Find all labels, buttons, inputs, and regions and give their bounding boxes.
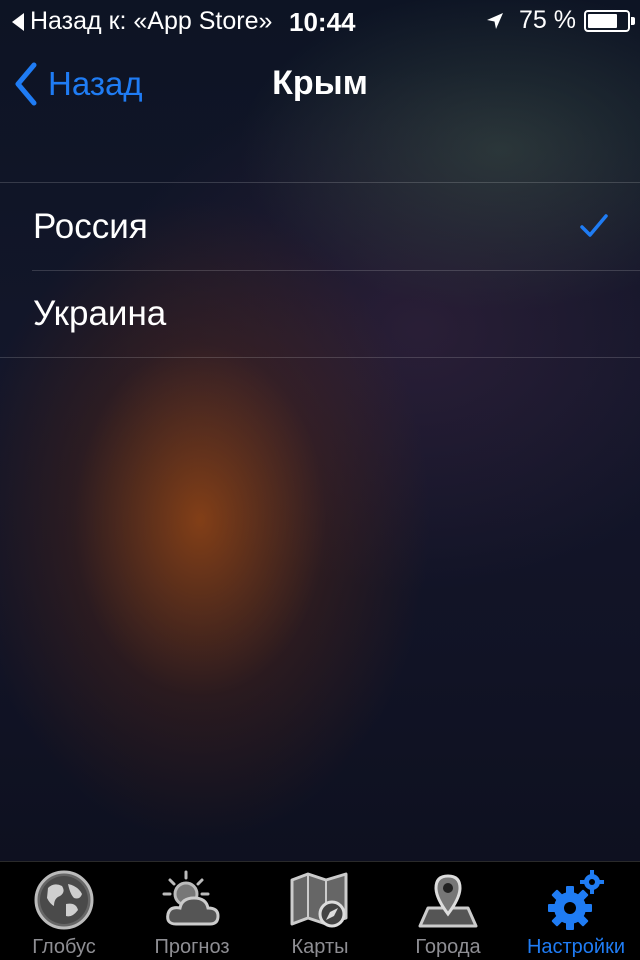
tab-bar: Глобус Прогноз Карты Города Настройки [0, 861, 640, 960]
tab-settings[interactable]: Настройки [512, 862, 640, 960]
option-label: Украина [33, 294, 167, 333]
tab-cities[interactable]: Города [384, 862, 512, 960]
return-to-app-store[interactable]: Назад к: «App Store» [12, 7, 272, 36]
back-triangle-icon [12, 12, 24, 31]
option-russia[interactable]: Россия [0, 183, 640, 270]
battery-percent: 75 % [519, 6, 576, 34]
location-arrow-icon [487, 12, 504, 29]
return-to-app-label: Назад к: «App Store» [30, 7, 273, 35]
tab-label: Глобус [32, 936, 96, 958]
sun-cloud-icon [162, 870, 220, 926]
tab-label: Прогноз [154, 936, 230, 958]
page-title: Крым [272, 64, 368, 102]
map-compass-icon [290, 872, 348, 928]
tab-maps[interactable]: Карты [256, 862, 384, 960]
option-ukraine[interactable]: Украина [0, 270, 640, 357]
battery-icon [584, 9, 635, 32]
map-pin-icon [418, 874, 478, 928]
status-bar: Назад к: «App Store» 10:44 75 % [0, 0, 640, 40]
checkmark-icon [580, 214, 608, 237]
gears-icon [548, 870, 604, 930]
status-time: 10:44 [289, 7, 356, 37]
tab-forecast[interactable]: Прогноз [128, 862, 256, 960]
tab-label: Настройки [526, 936, 626, 958]
globe-icon [34, 870, 94, 930]
tab-label: Города [415, 936, 481, 958]
status-right: 75 % [485, 6, 635, 35]
battery-fill [588, 13, 617, 28]
tab-label: Карты [291, 936, 349, 958]
option-label: Россия [33, 207, 148, 246]
country-options-list: Россия Украина [0, 182, 640, 358]
tab-globe[interactable]: Глобус [0, 862, 128, 960]
battery-tip [631, 16, 635, 25]
